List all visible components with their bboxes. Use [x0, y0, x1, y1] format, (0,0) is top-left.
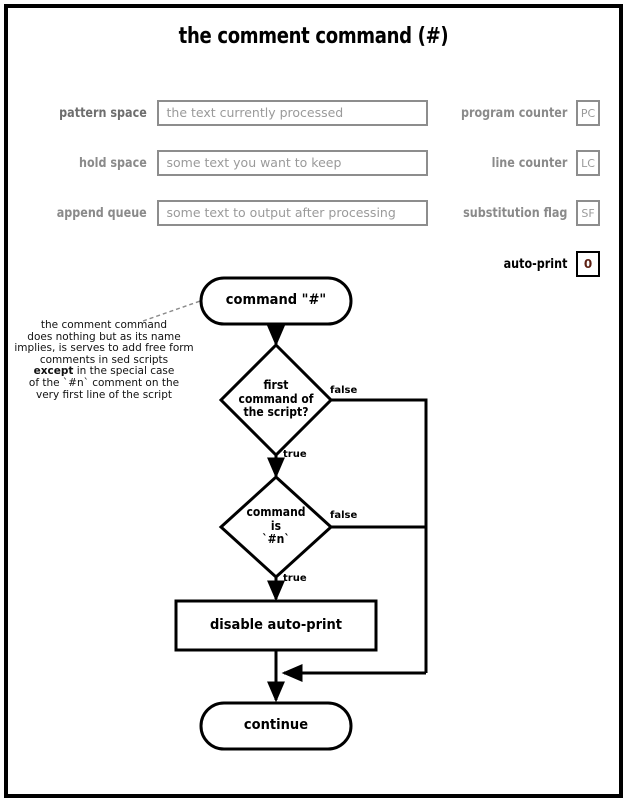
substitution-flag-value[interactable]: SF — [576, 200, 600, 226]
annotation-line-3: implies, is serves to add free form — [14, 342, 194, 355]
register-row-line-counter: line counter LC — [440, 150, 600, 176]
annotation-line-2: does nothing but as its name — [27, 330, 181, 343]
hold-space-input[interactable]: some text you want to keep — [156, 150, 428, 176]
hold-space-label: hold space — [79, 155, 147, 171]
register-row-substitution-flag: substitution flag SF — [440, 200, 600, 226]
flow-node-decision1-label: first command of the script? — [238, 378, 314, 419]
line-counter-label: line counter — [491, 155, 568, 171]
flow-node-process-label: disable auto-print — [209, 617, 343, 633]
annotation-line-1: the comment command — [40, 319, 168, 331]
flow-node-continue-label: continue — [243, 717, 309, 733]
annotation-emphasis: except — [33, 365, 74, 378]
flow-node-start-label: command "#" — [225, 292, 327, 308]
pattern-space-label: pattern space — [59, 105, 147, 121]
edge-label-false-2: false — [330, 510, 358, 521]
register-row-append-queue: append queue some text to output after p… — [38, 200, 428, 226]
edge-label-true-1: true — [283, 449, 307, 460]
pattern-space-input[interactable]: the text currently processed — [156, 100, 428, 126]
diagram-page: the comment command (#) pattern space th… — [0, 0, 627, 802]
annotation-note: the comment command does nothing but as … — [4, 319, 204, 401]
annotation-line-4: comments in sed scripts — [39, 353, 169, 366]
program-counter-label: program counter — [460, 105, 568, 121]
program-counter-value[interactable]: PC — [576, 100, 600, 126]
register-row-pattern-space: pattern space the text currently process… — [38, 100, 428, 126]
line-counter-value[interactable]: LC — [576, 150, 600, 176]
edge-label-false-1: false — [330, 385, 358, 396]
append-queue-input[interactable]: some text to output after processing — [156, 200, 428, 226]
register-row-hold-space: hold space some text you want to keep — [38, 150, 428, 176]
annotation-line-7: very first line of the script — [36, 388, 172, 401]
substitution-flag-label: substitution flag — [463, 205, 568, 221]
register-row-auto-print: auto-print 0 — [440, 251, 600, 277]
append-queue-label: append queue — [56, 205, 147, 221]
annotation-line-5: in the special case — [73, 365, 175, 378]
annotation-line-6: of the `#n` comment on the — [28, 376, 180, 389]
edge-label-true-2: true — [283, 573, 307, 584]
auto-print-label: auto-print — [503, 256, 568, 272]
flow-node-decision2-label: command is `#n` — [246, 505, 306, 546]
register-row-program-counter: program counter PC — [440, 100, 600, 126]
auto-print-value[interactable]: 0 — [576, 251, 600, 277]
page-title: the comment command (#) — [178, 24, 449, 49]
